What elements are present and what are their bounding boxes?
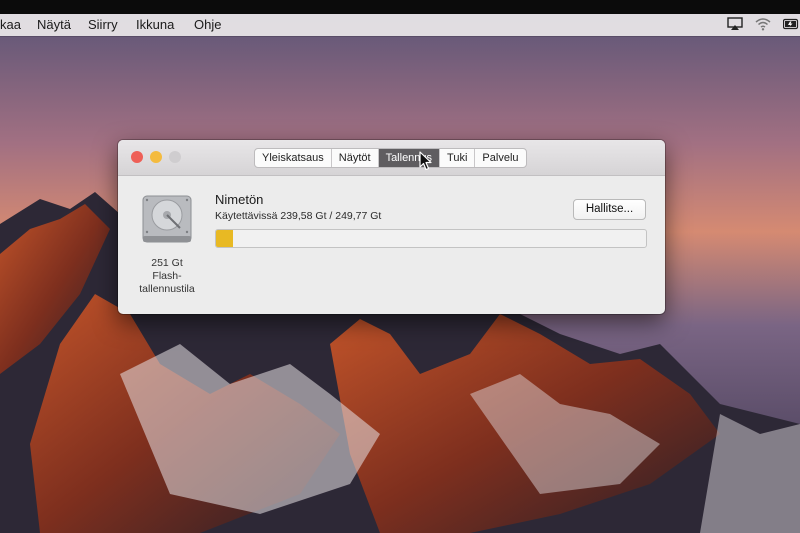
manage-button[interactable]: Hallitse... — [573, 199, 646, 220]
storage-usage-bar — [215, 229, 647, 248]
close-window-button[interactable] — [131, 151, 143, 163]
disk-capacity: 251 Gt — [151, 257, 183, 269]
about-this-mac-window: Yleiskatsaus Näytöt Tallennus Tuki Palve… — [118, 140, 665, 314]
menu-item-siirry[interactable]: Siirry — [88, 17, 118, 32]
wifi-icon[interactable] — [755, 17, 771, 31]
disk-type-line1: Flash- — [152, 270, 182, 282]
battery-icon[interactable] — [783, 17, 799, 31]
menu-bar: kaa Näytä Siirry Ikkuna Ohje — [0, 14, 800, 36]
window-titlebar[interactable]: Yleiskatsaus Näytöt Tallennus Tuki Palve… — [118, 140, 665, 176]
zoom-window-button[interactable] — [169, 151, 181, 163]
disk-type-line2: tallennustila — [139, 283, 195, 295]
menu-item-nayta[interactable]: Näytä — [37, 17, 71, 32]
tab-service[interactable]: Palvelu — [475, 149, 525, 167]
screen-bezel — [0, 0, 800, 14]
tab-bar: Yleiskatsaus Näytöt Tallennus Tuki Palve… — [254, 148, 527, 168]
menu-item-view-partial[interactable]: kaa — [0, 17, 21, 32]
menu-item-ikkuna[interactable]: Ikkuna — [136, 17, 174, 32]
storage-usage-fill — [216, 230, 234, 247]
tab-overview[interactable]: Yleiskatsaus — [255, 149, 332, 167]
volume-available: Käytettävissä 239,58 Gt / 249,77 Gt — [215, 210, 382, 222]
mouse-pointer-icon — [419, 151, 432, 171]
tab-support[interactable]: Tuki — [440, 149, 476, 167]
disk-caption: 251 Gt Flash- tallennustila — [128, 257, 206, 296]
volume-name: Nimetön — [215, 192, 264, 207]
hard-disk-icon — [142, 195, 192, 243]
minimize-window-button[interactable] — [150, 151, 162, 163]
tab-displays[interactable]: Näytöt — [332, 149, 379, 167]
airplay-icon[interactable] — [727, 17, 743, 31]
menu-item-ohje[interactable]: Ohje — [194, 17, 221, 32]
